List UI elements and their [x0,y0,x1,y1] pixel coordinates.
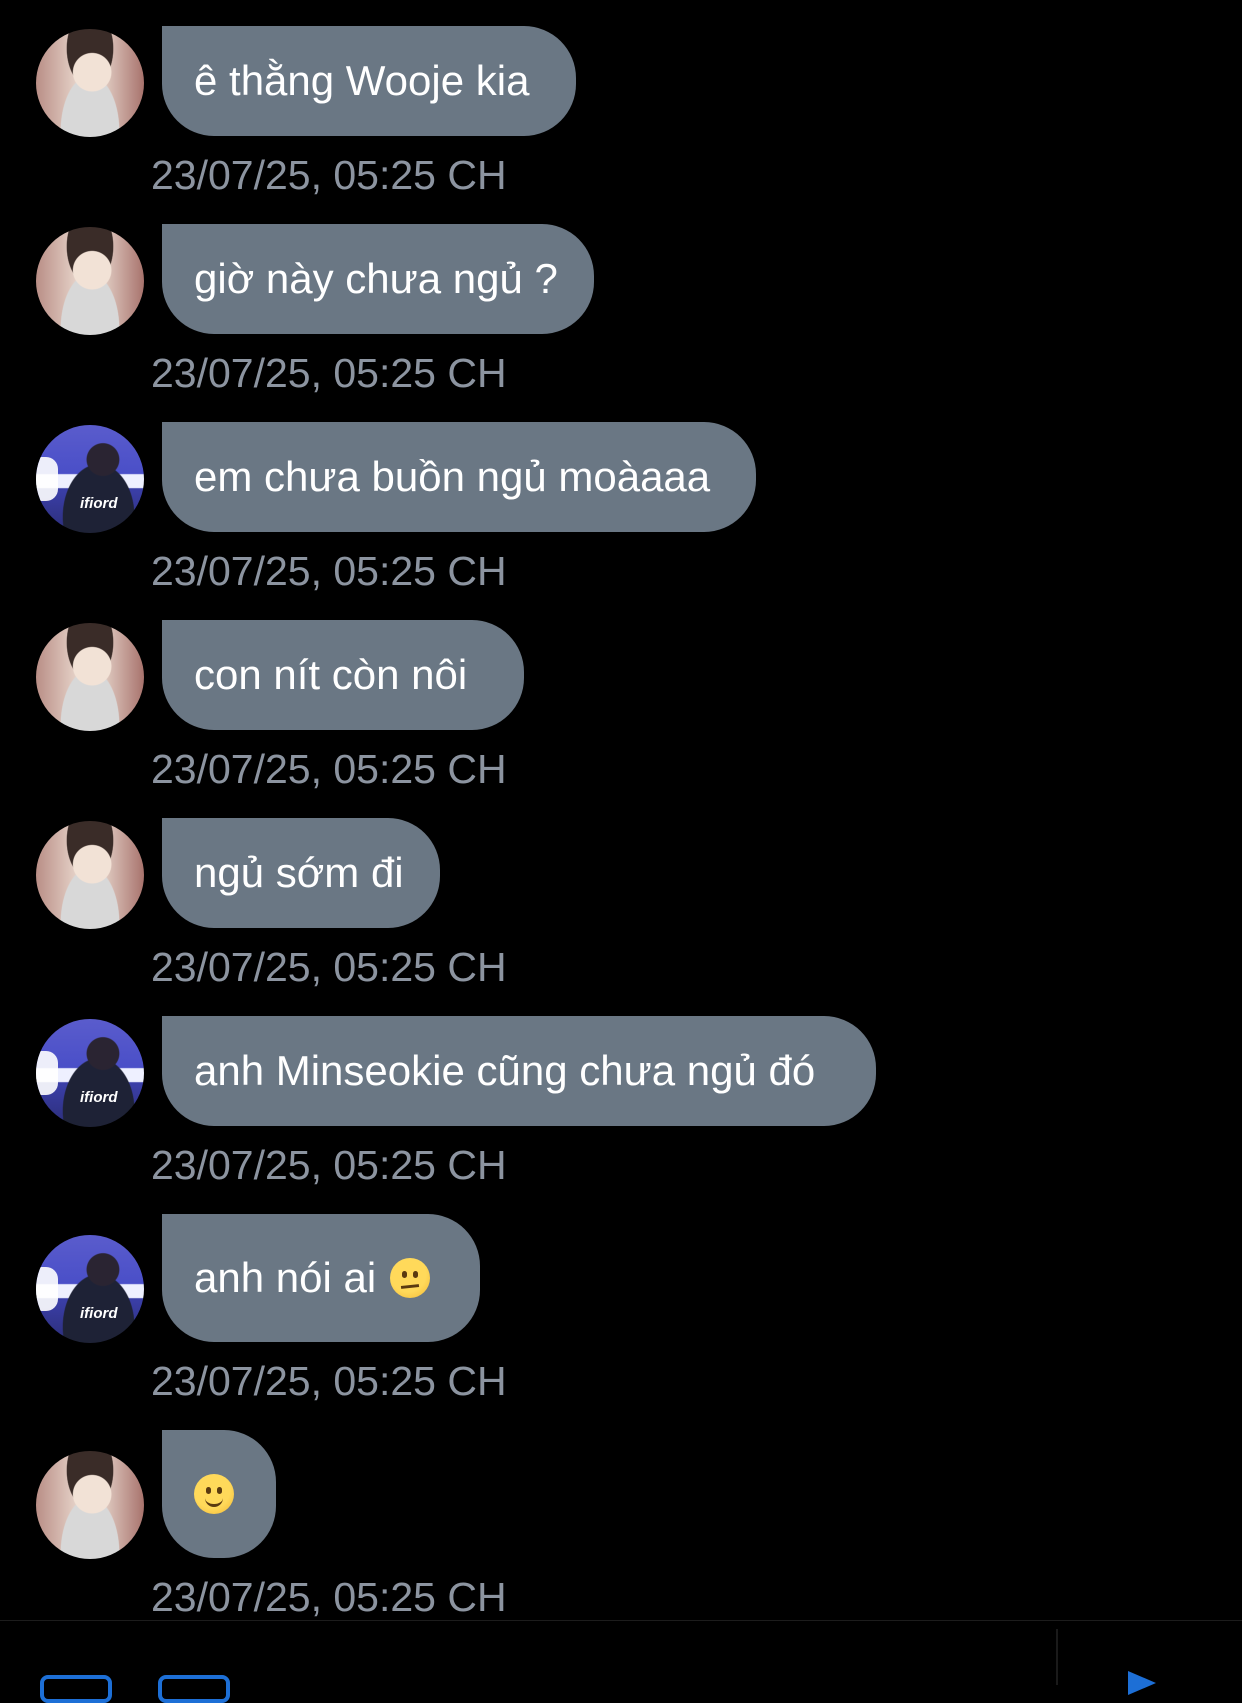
message-text: em chưa buồn ngủ moàaaa [194,453,711,500]
message-timestamp: 23/07/25, 05:25 CH [151,1358,507,1404]
team-logo-icon [36,1267,58,1311]
message-bubble[interactable]: anh nói ai [162,1214,480,1342]
unamused-face-icon [390,1258,431,1298]
avatar[interactable] [36,227,144,335]
message-text: anh Minseokie cũng chưa ngủ đó [194,1047,816,1094]
message-bubble[interactable]: anh Minseokie cũng chưa ngủ đó [162,1016,876,1126]
message-timestamp: 23/07/25, 05:25 CH [151,944,507,990]
message-timestamp: 23/07/25, 05:25 CH [151,1142,507,1188]
team-logo-icon [36,1051,58,1095]
message-timestamp: 23/07/25, 05:25 CH [151,746,507,792]
message-bubble[interactable] [162,1430,276,1558]
message-timestamp: 23/07/25, 05:25 CH [151,1574,507,1620]
jersey-sponsor-logo: ifiord [80,495,118,512]
message-bubble[interactable]: em chưa buồn ngủ moàaaa [162,422,756,532]
avatar[interactable] [36,623,144,731]
message-bubble[interactable]: ngủ sớm đi [162,818,440,928]
avatar[interactable] [36,1451,144,1559]
divider [1056,1629,1058,1685]
jersey-sponsor-logo: ifiord [80,1089,118,1106]
send-icon[interactable] [1128,1671,1156,1695]
message-timestamp: 23/07/25, 05:25 CH [151,548,507,594]
message-text: ngủ sớm đi [194,849,404,896]
slightly-smiling-face-icon [194,1474,234,1514]
image-attach-icon[interactable] [40,1675,112,1703]
message-text: ê thằng Wooje kia [194,57,530,104]
avatar[interactable]: ifiord [36,425,144,533]
avatar[interactable] [36,29,144,137]
message-text: anh nói ai [194,1254,377,1301]
message-bubble[interactable]: giờ này chưa ngủ ? [162,224,594,334]
message-bubble[interactable]: con nít còn nôi [162,620,524,730]
team-logo-icon [36,457,58,501]
message-timestamp: 23/07/25, 05:25 CH [151,152,507,198]
gif-icon[interactable] [158,1675,230,1703]
avatar[interactable] [36,821,144,929]
jersey-sponsor-logo: ifiord [80,1305,118,1322]
message-input-bar [0,1620,1242,1703]
avatar[interactable]: ifiord [36,1019,144,1127]
message-bubble[interactable]: ê thằng Wooje kia [162,26,576,136]
message-timestamp: 23/07/25, 05:25 CH [151,350,507,396]
message-text: giờ này chưa ngủ ? [194,255,558,302]
message-text: con nít còn nôi [194,651,468,698]
avatar[interactable]: ifiord [36,1235,144,1343]
